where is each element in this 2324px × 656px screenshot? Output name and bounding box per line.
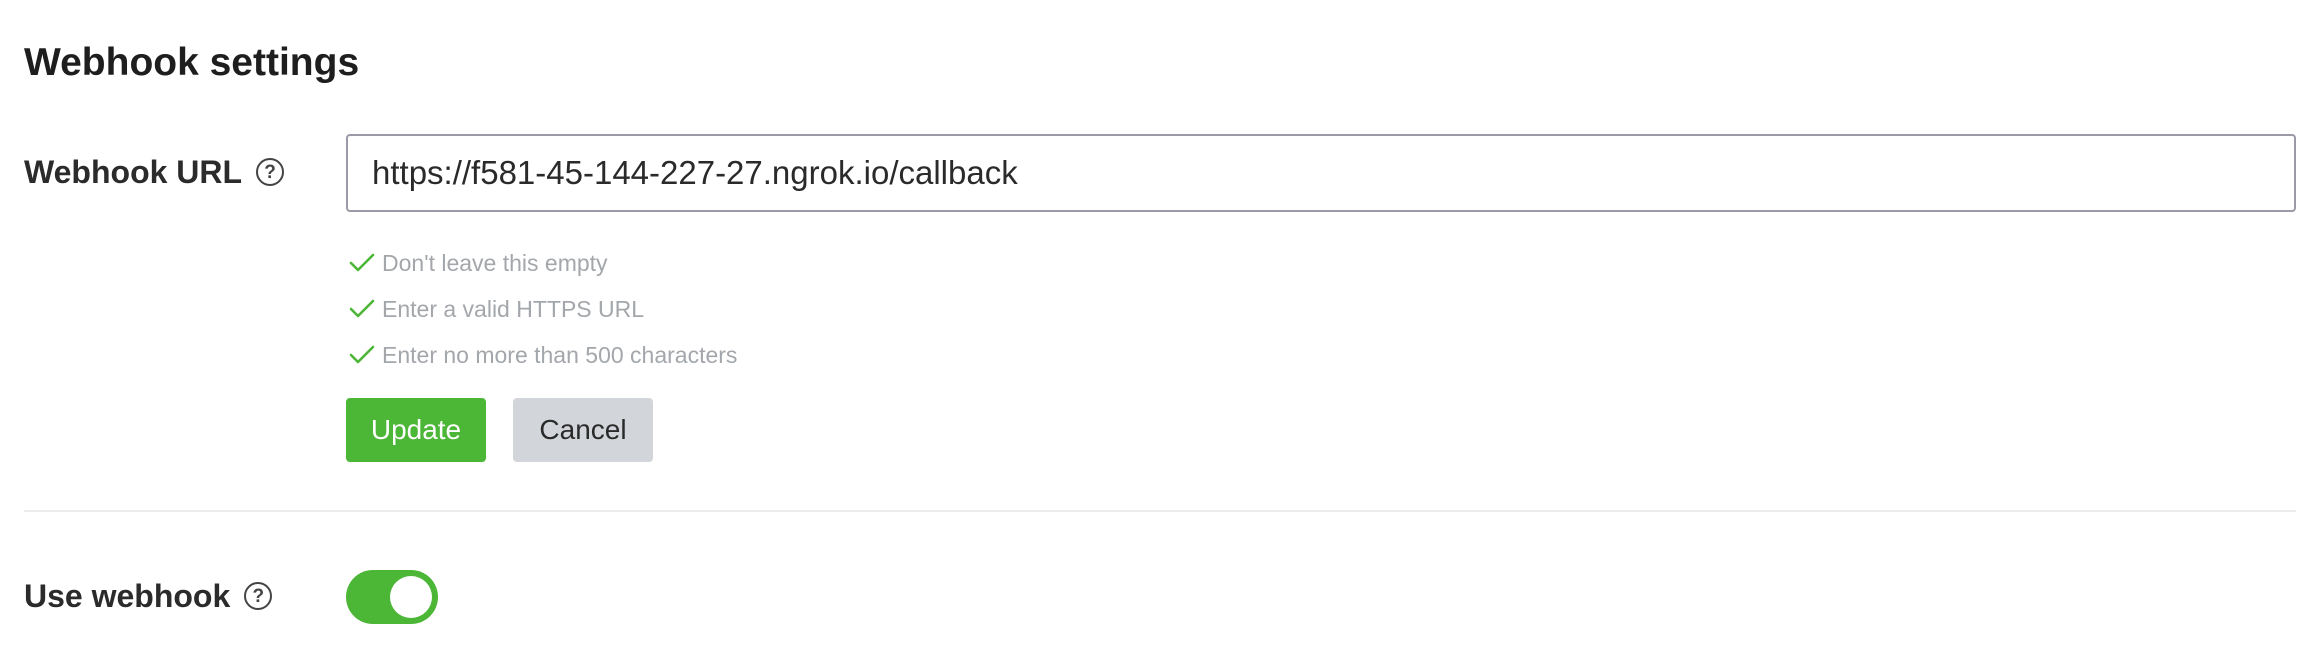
check-icon xyxy=(349,253,375,272)
use-webhook-label: Use webhook xyxy=(24,577,231,614)
webhook-url-label-row: Webhook URL ? xyxy=(24,148,285,196)
webhook-url-input[interactable] xyxy=(346,134,2296,212)
use-webhook-label-row: Use webhook ? xyxy=(24,572,273,620)
toggle-knob xyxy=(390,576,432,618)
validation-rule-text: Enter no more than 500 characters xyxy=(382,341,738,368)
validation-rule: Enter no more than 500 characters xyxy=(348,332,737,378)
question-circle-icon[interactable]: ? xyxy=(256,158,285,186)
use-webhook-toggle[interactable] xyxy=(346,570,438,624)
validation-rule: Don't leave this empty xyxy=(348,240,737,286)
check-icon xyxy=(349,299,375,318)
cancel-button[interactable]: Cancel xyxy=(513,398,653,462)
validation-rule: Enter a valid HTTPS URL xyxy=(348,286,737,332)
webhook-settings-page: Webhook settings Webhook URL ? Don't lea… xyxy=(0,0,2324,656)
webhook-url-label: Webhook URL xyxy=(24,153,243,190)
validation-rules: Don't leave this empty Enter a valid HTT… xyxy=(348,240,737,378)
validation-rule-text: Enter a valid HTTPS URL xyxy=(382,295,645,322)
update-button[interactable]: Update xyxy=(346,398,486,462)
section-divider xyxy=(24,510,2296,512)
question-circle-icon[interactable]: ? xyxy=(244,582,273,610)
section-title: Webhook settings xyxy=(24,41,360,84)
validation-rule-text: Don't leave this empty xyxy=(382,249,608,276)
check-icon xyxy=(349,345,375,364)
